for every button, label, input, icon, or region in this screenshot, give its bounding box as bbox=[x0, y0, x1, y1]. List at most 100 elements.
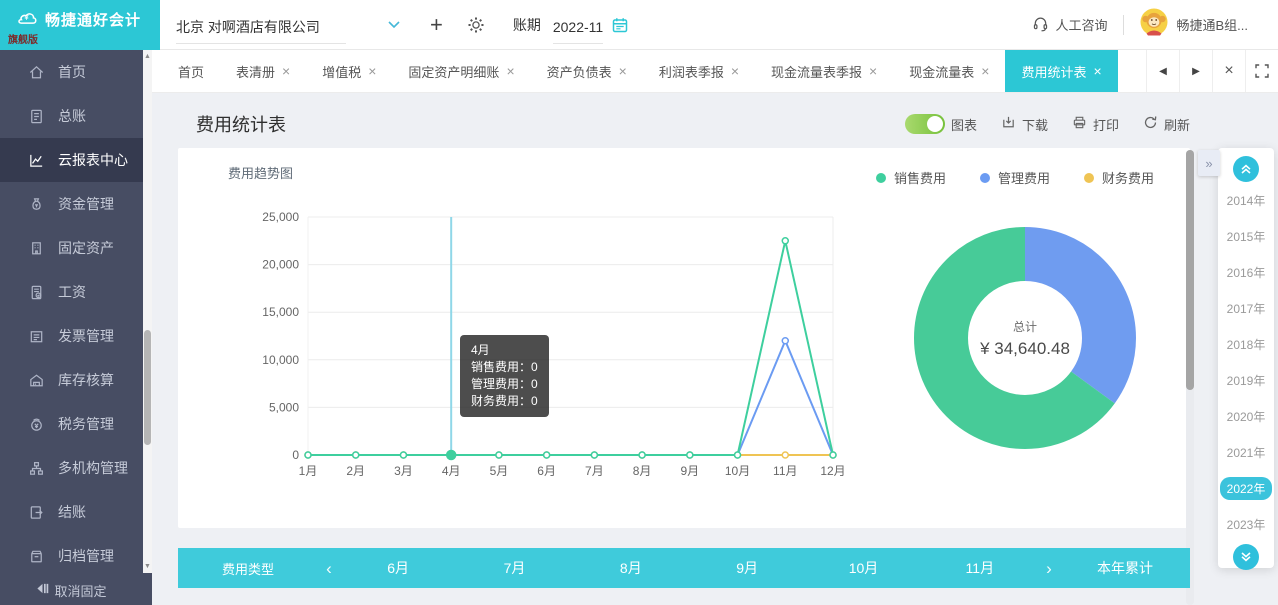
month-button[interactable]: 8月 bbox=[573, 558, 689, 578]
trend-chart-title: 费用趋势图 bbox=[228, 163, 293, 182]
close-icon[interactable]: × bbox=[981, 64, 989, 78]
download-button[interactable]: 下载 bbox=[1001, 115, 1048, 134]
closing-icon bbox=[27, 503, 45, 521]
year-item[interactable]: 2017年 bbox=[1220, 290, 1273, 326]
close-icon[interactable]: × bbox=[1093, 64, 1101, 78]
scrollbar-thumb[interactable] bbox=[1186, 150, 1194, 390]
year-item[interactable]: 2022年 bbox=[1220, 470, 1273, 506]
prev-month-arrow-icon[interactable]: ‹ bbox=[318, 560, 340, 577]
year-item[interactable]: 2014年 bbox=[1220, 182, 1273, 218]
sidebar-scrollbar[interactable]: ▲ ▼ bbox=[143, 50, 152, 573]
print-button[interactable]: 打印 bbox=[1072, 115, 1119, 134]
sidebar-item-closing[interactable]: 结账 bbox=[0, 490, 152, 534]
year-item[interactable]: 2016年 bbox=[1220, 254, 1273, 290]
close-icon[interactable]: × bbox=[368, 64, 376, 78]
year-item[interactable]: 2021年 bbox=[1220, 434, 1273, 470]
years-up-button[interactable] bbox=[1233, 156, 1259, 182]
scroll-up-icon[interactable]: ▲ bbox=[143, 53, 152, 60]
refresh-icon bbox=[1143, 115, 1158, 133]
tab-item[interactable]: 现金流量表季报 × bbox=[755, 50, 893, 92]
sidebar-item-multi-org[interactable]: 多机构管理 bbox=[0, 446, 152, 490]
cloud-logo-icon: ¥ bbox=[14, 7, 40, 32]
unpin-sidebar-button[interactable]: 取消固定 bbox=[0, 575, 143, 605]
tab-active[interactable]: 费用统计表× bbox=[1005, 50, 1117, 92]
month-button[interactable]: 11月 bbox=[922, 558, 1038, 578]
print-label: 打印 bbox=[1093, 115, 1119, 134]
tooltip-title: 4月 bbox=[471, 342, 538, 359]
tab-item[interactable]: 利润表季报× bbox=[643, 50, 755, 92]
username[interactable]: 畅捷通B组... bbox=[1176, 15, 1248, 34]
calendar-icon[interactable] bbox=[611, 16, 629, 34]
add-account-button[interactable]: + bbox=[430, 14, 443, 36]
tab-label: 首页 bbox=[178, 62, 204, 81]
close-icon[interactable]: × bbox=[282, 64, 290, 78]
unpin-icon bbox=[36, 582, 49, 598]
chevron-down-icon[interactable] bbox=[388, 21, 400, 29]
refresh-button[interactable]: 刷新 bbox=[1143, 115, 1190, 134]
legend-item[interactable]: 财务费用 bbox=[1084, 168, 1154, 187]
download-label: 下载 bbox=[1022, 115, 1048, 134]
tab-item[interactable]: 增值税× bbox=[306, 50, 392, 92]
tabs-close-button[interactable]: × bbox=[1212, 50, 1245, 92]
svg-text:8月: 8月 bbox=[633, 464, 652, 478]
close-icon[interactable]: × bbox=[869, 64, 877, 78]
legend-dot-icon bbox=[876, 173, 886, 183]
unpin-label: 取消固定 bbox=[54, 581, 106, 600]
tab-item[interactable]: 表清册× bbox=[220, 50, 306, 92]
sidebar-item-archive[interactable]: 归档管理 bbox=[0, 534, 152, 578]
month-button[interactable]: 7月 bbox=[456, 558, 572, 578]
legend-item[interactable]: 管理费用 bbox=[980, 168, 1050, 187]
year-item[interactable]: 2019年 bbox=[1220, 362, 1273, 398]
legend-item[interactable]: 销售费用 bbox=[876, 168, 946, 187]
sidebar-item-inventory[interactable]: 库存核算 bbox=[0, 358, 152, 402]
year-total-button[interactable]: 本年累计 bbox=[1060, 558, 1190, 578]
page-header: 费用统计表 图表 下载 bbox=[178, 107, 1190, 141]
tabs-next-button[interactable]: ▶ bbox=[1179, 50, 1212, 92]
sidebar-item-cloud-report[interactable]: 云报表中心 bbox=[0, 138, 152, 182]
sidebar-item-label: 结账 bbox=[58, 502, 86, 522]
period-value[interactable]: 2022-11 bbox=[553, 17, 603, 44]
month-button[interactable]: 6月 bbox=[340, 558, 456, 578]
tabs-prev-button[interactable]: ◀ bbox=[1146, 50, 1179, 92]
avatar[interactable] bbox=[1140, 8, 1168, 41]
sidebar-item-salary[interactable]: 工资 bbox=[0, 270, 152, 314]
sidebar-item-label: 库存核算 bbox=[58, 370, 114, 390]
scroll-down-icon[interactable]: ▼ bbox=[143, 563, 152, 570]
collapse-year-panel-handle[interactable]: » bbox=[1198, 150, 1220, 176]
sidebar-item-tax[interactable]: 税务管理 bbox=[0, 402, 152, 446]
svg-text:2月: 2月 bbox=[346, 464, 365, 478]
month-button[interactable]: 9月 bbox=[689, 558, 805, 578]
sidebar-item-money-bag[interactable]: 资金管理 bbox=[0, 182, 152, 226]
company-select[interactable]: 北京 对啊酒店有限公司 bbox=[176, 17, 346, 44]
sidebar-item-fixed-asset[interactable]: 固定资产 bbox=[0, 226, 152, 270]
year-item[interactable]: 2020年 bbox=[1220, 398, 1273, 434]
tab-item[interactable]: 现金流量表× bbox=[893, 50, 1005, 92]
year-item[interactable]: 2023年 bbox=[1220, 506, 1273, 542]
tab-label: 现金流量表季报 bbox=[771, 62, 862, 81]
tab-item[interactable]: 固定资产明细账× bbox=[392, 50, 530, 92]
chart-toggle[interactable] bbox=[905, 114, 945, 134]
tab-item[interactable]: 资产负债表× bbox=[531, 50, 643, 92]
chart-toggle-group: 图表 bbox=[905, 114, 977, 134]
year-item[interactable]: 2015年 bbox=[1220, 218, 1273, 254]
close-icon[interactable]: × bbox=[506, 64, 514, 78]
fullscreen-button[interactable] bbox=[1245, 50, 1278, 92]
gear-icon[interactable] bbox=[467, 16, 485, 34]
close-icon[interactable]: × bbox=[731, 64, 739, 78]
content-scrollbar[interactable] bbox=[1186, 150, 1194, 605]
sidebar-item-invoice[interactable]: 发票管理 bbox=[0, 314, 152, 358]
month-button[interactable]: 10月 bbox=[805, 558, 921, 578]
expense-donut-chart[interactable]: 总计 ¥ 34,640.48 bbox=[913, 226, 1137, 450]
years-down-button[interactable] bbox=[1233, 544, 1259, 570]
expense-trend-line-chart[interactable]: 05,00010,00015,00020,00025,0001月2月3月4月5月… bbox=[258, 188, 868, 498]
close-icon[interactable]: × bbox=[619, 64, 627, 78]
sidebar-item-home[interactable]: 首页 bbox=[0, 50, 152, 94]
scrollbar-thumb[interactable] bbox=[144, 330, 151, 445]
support-link[interactable]: 人工咨询 bbox=[1032, 15, 1107, 35]
sidebar-item-ledger[interactable]: 总账 bbox=[0, 94, 152, 138]
next-month-arrow-icon[interactable]: › bbox=[1038, 560, 1060, 577]
tooltip-line: 销售费用：0 bbox=[471, 359, 538, 376]
multi-org-icon bbox=[27, 459, 45, 477]
tab-item[interactable]: 首页 bbox=[162, 50, 220, 92]
year-item[interactable]: 2018年 bbox=[1220, 326, 1273, 362]
